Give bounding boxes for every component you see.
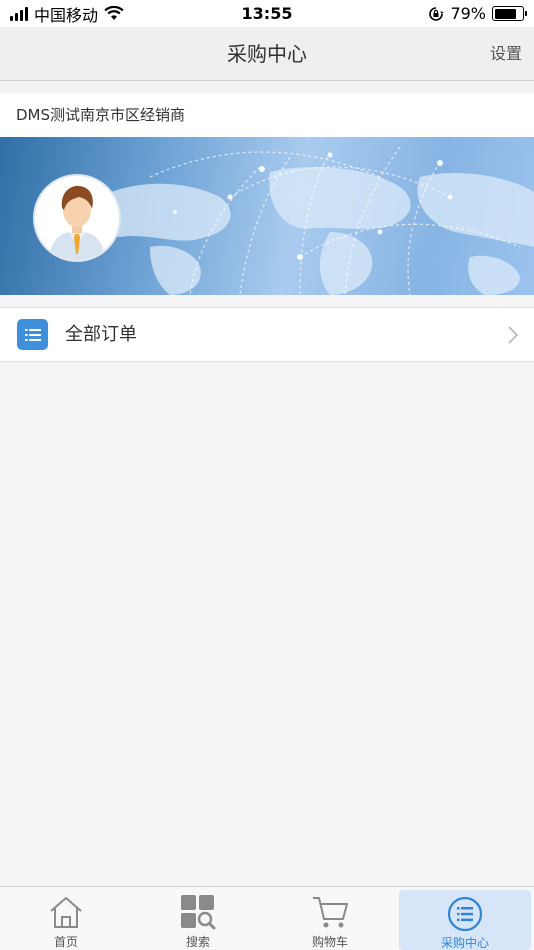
list-circle-icon xyxy=(447,896,483,932)
status-right: 79% xyxy=(428,4,527,23)
status-left: 中国移动 xyxy=(10,2,124,26)
battery-icon xyxy=(492,6,527,21)
list-icon xyxy=(17,319,48,350)
tab-cart[interactable]: 购物车 xyxy=(264,887,396,950)
battery-level xyxy=(494,8,516,19)
wifi-icon xyxy=(104,6,124,20)
status-bar: 中国移动 13:55 79% xyxy=(0,0,534,27)
tab-home[interactable]: 首页 xyxy=(0,887,132,950)
tab-purchase-center[interactable]: 采购中心 xyxy=(399,890,531,950)
home-icon xyxy=(48,893,84,931)
nav-bar: 采购中心 设置 xyxy=(0,27,534,81)
tab-home-label: 首页 xyxy=(53,935,78,949)
tab-search-label: 搜索 xyxy=(185,935,210,949)
carrier-label: 中国移动 xyxy=(34,5,99,25)
settings-button[interactable]: 设置 xyxy=(490,27,522,81)
tab-bar: 首页 搜索 购物车 采购中心 xyxy=(0,886,534,950)
signal-icon xyxy=(10,6,28,21)
tab-cart-label: 购物车 xyxy=(311,935,348,949)
battery-percent: 79% xyxy=(450,4,486,23)
all-orders-row[interactable]: 全部订单 xyxy=(0,307,534,362)
dealer-name: DMS测试南京市区经销商 xyxy=(0,93,534,137)
cart-icon xyxy=(311,893,349,931)
user-avatar-icon xyxy=(35,176,119,260)
search-grid-icon xyxy=(180,893,216,931)
all-orders-label: 全部订单 xyxy=(65,324,137,345)
page-title: 采购中心 xyxy=(227,42,307,66)
tab-search[interactable]: 搜索 xyxy=(132,887,264,950)
rotation-lock-icon xyxy=(429,6,444,21)
chevron-right-icon xyxy=(508,326,518,344)
tab-purchase-center-label: 采购中心 xyxy=(440,936,489,950)
avatar[interactable] xyxy=(33,174,121,262)
